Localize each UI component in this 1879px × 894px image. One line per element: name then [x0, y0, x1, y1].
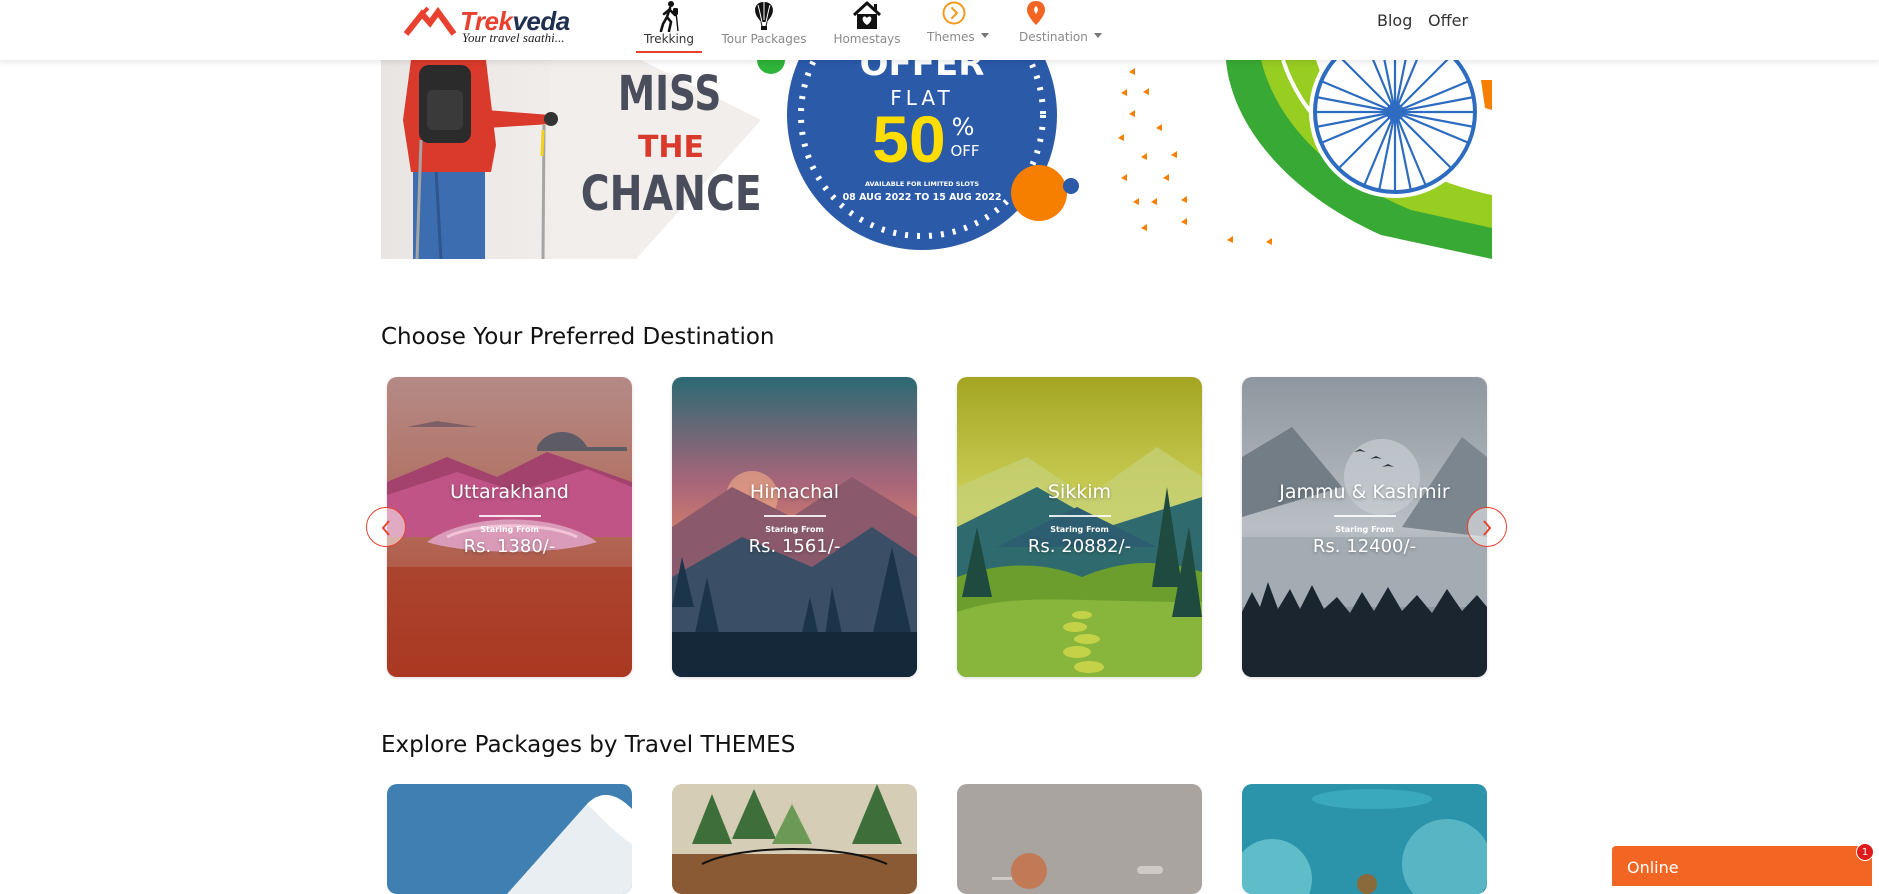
chat-status-label: Online	[1627, 858, 1679, 877]
banner-availability-text: AVAILABLE FOR LIMITED SLOTS	[865, 180, 979, 188]
nav-label-destination: Destination	[1019, 30, 1088, 44]
chat-notification-badge: 1	[1856, 843, 1874, 861]
divider	[763, 515, 826, 517]
trekveda-logo[interactable]: Trekveda Your travel saathi...	[404, 4, 584, 50]
nav-label-themes: Themes	[927, 30, 975, 44]
active-tab-underline	[636, 51, 702, 53]
offer-link[interactable]: Offer	[1428, 11, 1468, 30]
starting-from-label: Staring From	[480, 525, 539, 534]
destination-card-himachal[interactable]: Himachal Staring From Rs. 1561/-	[672, 377, 917, 677]
destination-card-info: Sikkim Staring From Rs. 20882/-	[957, 481, 1202, 557]
nav-label-homestays: Homestays	[833, 32, 901, 46]
nav-label-trekking: Trekking	[643, 32, 695, 46]
theme-card[interactable]	[957, 784, 1202, 894]
chevron-left-icon	[381, 520, 390, 536]
destination-card-uttarakhand[interactable]: Uttarakhand Staring From Rs. 1380/-	[387, 377, 632, 677]
hot-air-balloon-icon	[755, 2, 773, 30]
starting-from-label: Staring From	[1050, 525, 1109, 534]
top-navbar: Trekveda Your travel saathi... Trekking …	[0, 0, 1879, 60]
destination-name: Sikkim	[1047, 481, 1112, 503]
carousel-prev-button[interactable]	[366, 507, 406, 547]
destination-card-sikkim[interactable]: Sikkim Staring From Rs. 20882/-	[957, 377, 1202, 677]
chevron-circle-icon	[942, 1, 966, 25]
theme-card[interactable]	[672, 784, 917, 894]
banner-miss-text: MISS	[618, 67, 721, 123]
banner-chance-text: CHANCE	[581, 166, 762, 222]
destination-card-info: Himachal Staring From Rs. 1561/-	[672, 481, 917, 557]
destination-price: Rs. 20882/-	[1027, 536, 1132, 557]
chevron-right-icon	[1483, 520, 1492, 536]
destination-name: Jammu & Kashmir	[1279, 481, 1450, 503]
banner-discount-number: 50	[872, 102, 945, 176]
destination-card-jammu-kashmir[interactable]: Jammu & Kashmir Staring From Rs. 12400/-	[1242, 377, 1487, 677]
nav-label-tour-packages: Tour Packages	[721, 32, 807, 46]
destination-card-info: Jammu & Kashmir Staring From Rs. 12400/-	[1242, 481, 1487, 557]
destination-name: Himachal	[749, 481, 840, 503]
hiker-icon	[659, 1, 679, 32]
destination-name: Uttarakhand	[450, 481, 569, 503]
blog-link[interactable]: Blog	[1377, 11, 1412, 30]
banner-offer-word: OFFER	[860, 60, 985, 84]
nav-item-trekking[interactable]: Trekking	[636, 0, 702, 56]
nav-item-themes[interactable]: Themes	[922, 0, 994, 56]
destination-price: Rs. 1380/-	[463, 536, 556, 557]
banner-off-text: OFF	[950, 142, 979, 160]
destination-price: Rs. 12400/-	[1312, 536, 1417, 557]
nav-label-destination-wrap: Destination	[1019, 30, 1107, 44]
brand-tagline: Your travel saathi...	[462, 30, 565, 45]
theme-card-illustration	[957, 784, 1202, 894]
destination-card-info: Uttarakhand Staring From Rs. 1380/-	[387, 481, 632, 557]
chevron-down-icon	[980, 33, 989, 38]
banner-dates-text: 08 AUG 2022 TO 15 AUG 2022	[843, 192, 1002, 203]
nav-item-destination[interactable]: Destination	[1015, 0, 1107, 56]
online-chat-widget[interactable]: Online	[1612, 846, 1872, 886]
divider	[478, 515, 541, 517]
destination-price: Rs. 1561/-	[748, 536, 841, 557]
theme-card-illustration	[672, 784, 917, 894]
nav-label-themes-wrap: Themes	[927, 30, 994, 44]
starting-from-label: Staring From	[765, 525, 824, 534]
themes-section-title: Explore Packages by Travel THEMES	[381, 732, 796, 758]
location-pin-icon	[1027, 1, 1045, 25]
theme-card-illustration	[1242, 784, 1487, 894]
starting-from-label: Staring From	[1335, 525, 1394, 534]
theme-card[interactable]	[387, 784, 632, 894]
destinations-section-title: Choose Your Preferred Destination	[381, 324, 775, 350]
chevron-down-icon	[1093, 33, 1102, 38]
theme-card[interactable]	[1242, 784, 1487, 894]
theme-card-illustration	[387, 784, 632, 894]
divider	[1048, 515, 1111, 517]
divider	[1333, 515, 1396, 517]
nav-item-homestays[interactable]: Homestays	[830, 0, 904, 56]
trekveda-logo-mark-icon	[404, 6, 456, 36]
banner-the-text: THE	[638, 130, 704, 165]
offer-banner-art: MISS THE CHANCE OFFER FLAT 50 % OFF AVAI…	[381, 60, 1492, 259]
house-heart-icon	[852, 1, 882, 29]
banner-percent-sign: %	[952, 113, 975, 141]
offer-banner[interactable]: MISS THE CHANCE OFFER FLAT 50 % OFF AVAI…	[381, 60, 1492, 259]
nav-item-tour-packages[interactable]: Tour Packages	[717, 0, 811, 56]
carousel-next-button[interactable]	[1467, 507, 1507, 547]
